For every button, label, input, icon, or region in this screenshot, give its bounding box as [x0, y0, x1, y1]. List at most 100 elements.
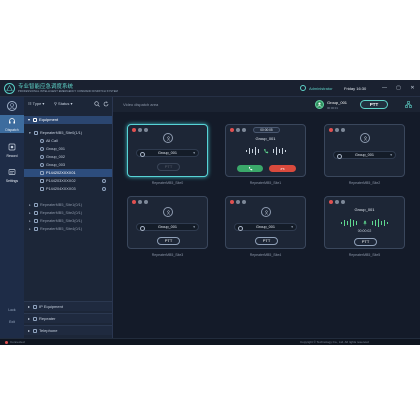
dispatch-card[interactable]: Group_001 ▾ PTT — [225, 196, 306, 249]
tree-site-node[interactable]: ▾ RepeaterMB5_Site0(1/1) — [24, 129, 112, 137]
nav-lock[interactable]: Lock — [0, 308, 24, 312]
dispatch-card[interactable]: Group_001 ▾ PTT — [127, 196, 208, 249]
nav-item-label: Record — [6, 154, 18, 158]
call-icon[interactable] — [163, 207, 173, 217]
hangup-call-button[interactable] — [269, 165, 296, 172]
area-title: Video dispatch area — [123, 102, 159, 107]
nav-item-label: Dispatch — [5, 128, 19, 132]
dispatch-card[interactable]: Group_001 ▾ — [324, 124, 405, 177]
chevron-down-icon: ▾ — [193, 225, 195, 229]
alarm-icon[interactable] — [329, 128, 333, 132]
card-ptt-button[interactable]: PTT — [354, 238, 377, 246]
nav-item-dispatch[interactable]: Dispatch — [0, 115, 24, 133]
app-subtitle: PROFESSIONAL INTELLIGENT EMERGENCY COMMA… — [18, 90, 118, 93]
card-label: RepeaterMB5_Site1 — [249, 181, 282, 185]
location-icon[interactable] — [102, 179, 106, 183]
section-equipment[interactable]: ▾ Equipment — [24, 116, 112, 124]
speaker-icon[interactable] — [335, 200, 339, 204]
mic-icon — [363, 220, 367, 226]
nav-exit[interactable]: Exit — [0, 320, 24, 324]
tree-node-label: RepeaterMB5_Site2(0/1) — [40, 211, 82, 215]
group-select[interactable]: Group_001 ▾ — [333, 151, 396, 159]
card-ptt-button[interactable]: PTT — [157, 163, 180, 171]
mic-icon[interactable] — [144, 200, 148, 204]
tree-item[interactable]: P144203XXXX02 — [24, 177, 112, 185]
repeater-icon — [34, 131, 38, 135]
speaker-icon[interactable] — [236, 200, 240, 204]
card-ptt-button[interactable]: PTT — [157, 237, 180, 245]
nav-item-settings[interactable]: Settings — [0, 166, 24, 184]
speaker-icon[interactable] — [138, 128, 142, 132]
minimize-button[interactable]: — — [380, 84, 389, 93]
tree-site-node[interactable]: ▸ RepeaterMB5_Site4(0/1) — [24, 225, 112, 233]
section-ip-equipment[interactable]: ▸ IP Equipment — [24, 301, 112, 311]
network-icon[interactable] — [405, 101, 412, 108]
repeater-icon — [34, 219, 38, 223]
tree-item[interactable]: Group_002 — [24, 153, 112, 161]
settings-icon — [8, 169, 16, 175]
mic-icon[interactable] — [144, 128, 148, 132]
call-icon[interactable] — [261, 207, 271, 217]
speaker-icon[interactable] — [138, 200, 142, 204]
speaker-icon[interactable] — [236, 128, 240, 132]
audio-waveform — [337, 219, 394, 227]
section-telephone[interactable]: ▸ Telephone — [24, 325, 112, 335]
tree-item-selected[interactable]: P144202XXXX01 — [24, 169, 112, 177]
tree-item[interactable]: All Call — [24, 137, 112, 145]
maximize-button[interactable]: ▢ — [394, 84, 403, 93]
group-select[interactable]: Group_001 ▾ — [234, 223, 297, 231]
dispatch-card[interactable]: Group_001 00:00:02 PTT — [324, 196, 405, 249]
tree-node-label: RepeaterMB5_Site1(0/1) — [40, 203, 82, 207]
tree-site-node[interactable]: ▸ RepeaterMB5_Site3(0/1) — [24, 217, 112, 225]
repeater-icon — [33, 316, 37, 321]
call-icon[interactable] — [163, 133, 173, 143]
refresh-icon[interactable] — [103, 101, 109, 107]
tree-item-label: P144203XXXX02 — [46, 179, 76, 183]
accept-call-button[interactable] — [237, 165, 263, 172]
app-logo-icon — [4, 83, 15, 94]
tree-site-node[interactable]: ▸ RepeaterMB5_Site1(0/1) — [24, 201, 112, 209]
mic-icon[interactable] — [341, 128, 345, 132]
search-icon[interactable] — [94, 101, 100, 107]
dispatch-app-window: 专业智能应急调度系统 PROFESSIONAL INTELLIGENT EMER… — [0, 80, 420, 345]
user-icon[interactable] — [300, 85, 306, 91]
alarm-icon[interactable] — [132, 128, 136, 132]
tree-item-label: Group_002 — [46, 155, 65, 159]
tree-item-label: Group_001 — [46, 147, 65, 151]
alarm-icon[interactable] — [329, 200, 333, 204]
dispatch-card[interactable]: 00:00:05 Group_001 — [225, 124, 306, 177]
tree-node-label: RepeaterMB5_Site3(0/1) — [40, 219, 82, 223]
hangup-icon — [279, 168, 285, 170]
mic-icon[interactable] — [242, 128, 246, 132]
ptt-button[interactable]: PTT — [360, 100, 388, 109]
type-filter-dropdown[interactable]: ☷ Type ▾ — [28, 101, 44, 106]
mic-icon[interactable] — [341, 200, 345, 204]
tree-item[interactable]: P144204XXXX03 — [24, 185, 112, 193]
tree-item[interactable]: Group_003 — [24, 161, 112, 169]
alarm-icon[interactable] — [230, 128, 234, 132]
record-icon — [8, 143, 16, 151]
speaker-icon[interactable] — [335, 128, 339, 132]
card-ptt-button[interactable]: PTT — [255, 237, 278, 245]
chevron-right-icon: ▸ — [28, 316, 31, 321]
alarm-icon[interactable] — [230, 200, 234, 204]
tree-site-node[interactable]: ▸ RepeaterMB5_Site2(0/1) — [24, 209, 112, 217]
copyright-text: Copyright © Technology Co., Ltd. All rig… — [300, 340, 369, 344]
card-label: RepeaterMB5_Site2 — [348, 181, 381, 185]
user-name[interactable]: Administrator — [309, 86, 333, 91]
location-icon[interactable] — [102, 187, 106, 191]
user-avatar-icon[interactable] — [7, 101, 17, 111]
call-icon[interactable] — [360, 133, 370, 143]
mic-icon[interactable] — [242, 200, 246, 204]
section-repeater[interactable]: ▸ Repeater — [24, 313, 112, 323]
nav-item-record[interactable]: Record — [0, 141, 24, 159]
tree-item[interactable]: Group_001 — [24, 145, 112, 153]
card-group-name: Group_001 — [255, 136, 276, 141]
group-select-value: Group_001 — [355, 153, 374, 157]
dispatch-card[interactable]: Group_001 ▾ PTT — [127, 124, 208, 177]
group-select[interactable]: Group_001 ▾ — [136, 223, 199, 231]
status-filter-dropdown[interactable]: ⚲ Status ▾ — [54, 101, 73, 106]
alarm-icon[interactable] — [132, 200, 136, 204]
group-select[interactable]: Group_001 ▾ — [136, 149, 199, 157]
close-button[interactable]: ✕ — [408, 84, 417, 93]
